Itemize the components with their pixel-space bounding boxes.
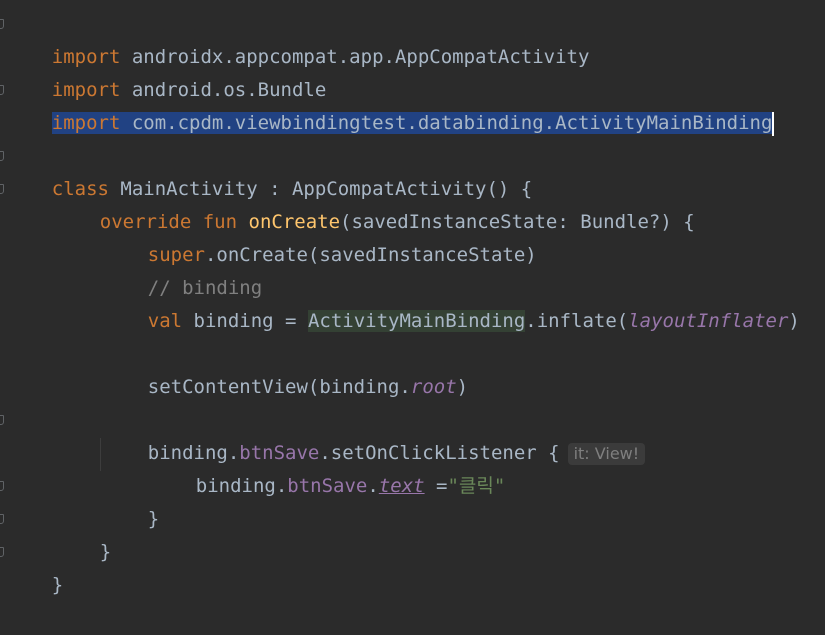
code-line-7[interactable]: super.onCreate(savedInstanceState): [0, 206, 825, 266]
code-text: com.cpdm.viewbindingtest.databinding.Act…: [120, 112, 773, 134]
code-line-11[interactable]: setContentView(binding.root): [0, 338, 825, 398]
code-line-8[interactable]: // binding: [0, 239, 825, 299]
code-line-15[interactable]: }: [0, 470, 825, 530]
code-line-14[interactable]: binding.btnSave.text ="클릭": [0, 437, 825, 497]
code-line-16[interactable]: }: [0, 503, 825, 563]
code-text: }: [51, 574, 64, 596]
selected-text: import com.cpdm.viewbindingtest.databind…: [51, 112, 773, 134]
code-line-13[interactable]: binding.btnSave.setOnClickListener {it: …: [0, 404, 825, 465]
extension-property: root: [410, 376, 457, 398]
code-editor[interactable]: import androidx.appcompat.app.AppCompatA…: [0, 0, 825, 596]
code-text: ): [788, 310, 800, 332]
code-line-17[interactable]: }: [0, 536, 825, 596]
code-line-6[interactable]: override fun onCreate(savedInstanceState…: [0, 173, 825, 233]
fold-marker-icon[interactable]: [0, 481, 4, 491]
code-line-1[interactable]: import androidx.appcompat.app.AppCompatA…: [0, 8, 825, 68]
fold-marker-icon[interactable]: [0, 415, 4, 425]
code-text: setContentView(binding.: [147, 376, 411, 398]
code-text: ): [456, 376, 469, 398]
fold-marker-icon[interactable]: [0, 85, 4, 95]
keyword: val: [147, 310, 183, 332]
fold-marker-icon[interactable]: [0, 19, 4, 29]
keyword: import: [51, 112, 121, 134]
code-text: binding =: [182, 310, 308, 332]
code-text: .inflate(: [525, 310, 629, 332]
extension-property: layoutInflater: [628, 310, 789, 332]
code-line-2[interactable]: import android.os.Bundle: [0, 41, 825, 101]
text-caret: [772, 111, 775, 136]
highlighted-type: ActivityMainBinding: [307, 310, 526, 332]
fold-marker-icon[interactable]: [0, 547, 4, 557]
fold-marker-icon[interactable]: [0, 151, 4, 161]
fold-marker-icon[interactable]: [0, 514, 4, 524]
code-line-3[interactable]: import com.cpdm.viewbindingtest.databind…: [0, 74, 825, 136]
code-line-5[interactable]: class MainActivity : AppCompatActivity()…: [0, 140, 825, 200]
fold-marker-icon[interactable]: [0, 184, 4, 194]
code-line-9[interactable]: val binding = ActivityMainBinding.inflat…: [0, 272, 825, 332]
